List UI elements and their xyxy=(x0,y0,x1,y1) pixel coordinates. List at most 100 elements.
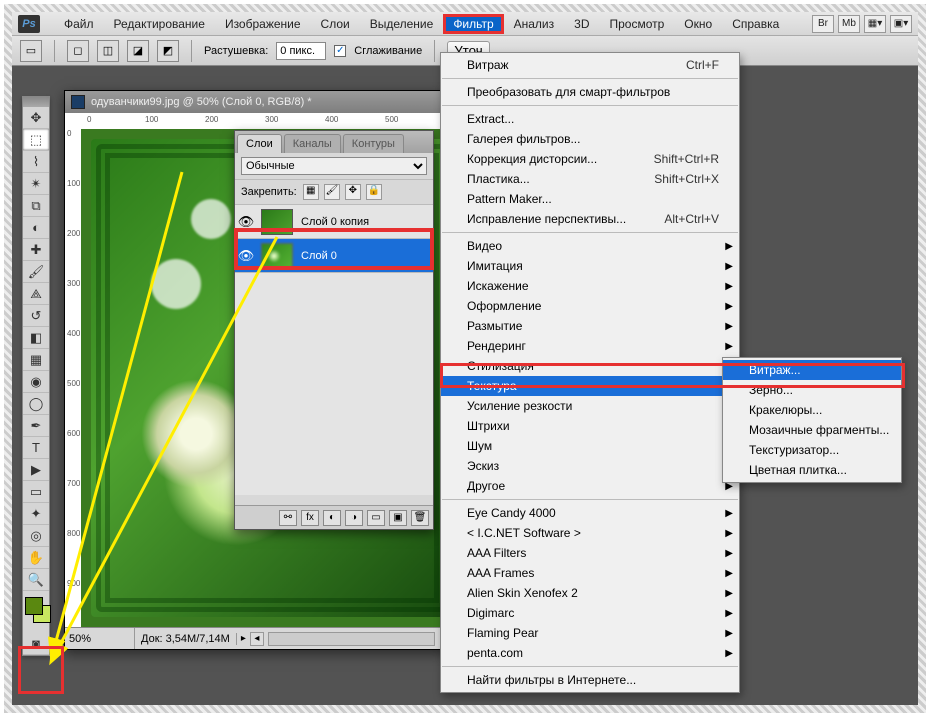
mi-stained-glass[interactable]: Витраж... xyxy=(723,360,901,380)
group-icon[interactable]: ▭ xyxy=(367,510,385,526)
gradient-tool[interactable]: ▦ xyxy=(23,349,49,371)
sel-add[interactable]: ◫ xyxy=(97,40,119,62)
mask-icon[interactable]: ◐ xyxy=(323,510,341,526)
pen-tool[interactable]: ✒ xyxy=(23,415,49,437)
wand-tool[interactable]: ✴ xyxy=(23,173,49,195)
mi-mosaic[interactable]: Мозаичные фрагменты... xyxy=(723,420,901,440)
mi-strokes[interactable]: Штрихи▶ xyxy=(441,416,739,436)
mi-vanishing[interactable]: Исправление перспективы...Alt+Ctrl+V xyxy=(441,209,739,229)
mi-sketch[interactable]: Эскиз▶ xyxy=(441,456,739,476)
tool-preset[interactable]: ▭ xyxy=(20,40,42,62)
tab-channels[interactable]: Каналы xyxy=(284,134,341,153)
layer-name[interactable]: Слой 0 копия xyxy=(297,216,433,228)
feather-input[interactable] xyxy=(276,42,326,60)
menu-view[interactable]: Просмотр xyxy=(599,14,674,34)
move-tool[interactable]: ✥ xyxy=(23,107,49,129)
mi-browse-online[interactable]: Найти фильтры в Интернете... xyxy=(441,670,739,690)
link-layers-icon[interactable]: ⚯ xyxy=(279,510,297,526)
mi-artistic[interactable]: Имитация▶ xyxy=(441,256,739,276)
menu-help[interactable]: Справка xyxy=(722,14,789,34)
menu-3d[interactable]: 3D xyxy=(564,14,599,34)
brush-tool[interactable]: 🖌 xyxy=(23,261,49,283)
trash-icon[interactable]: 🗑 xyxy=(411,510,429,526)
history-brush-tool[interactable]: ↺ xyxy=(23,305,49,327)
mi-last-filter[interactable]: ВитражCtrl+F xyxy=(441,55,739,75)
mi-eyecandy[interactable]: Eye Candy 4000▶ xyxy=(441,503,739,523)
type-tool[interactable]: T xyxy=(23,437,49,459)
mi-craquelure[interactable]: Кракелюры... xyxy=(723,400,901,420)
blend-mode-select[interactable]: Обычные xyxy=(241,157,427,175)
foreground-color[interactable] xyxy=(25,597,43,615)
mi-flamingpear[interactable]: Flaming Pear▶ xyxy=(441,623,739,643)
menu-edit[interactable]: Редактирование xyxy=(104,14,215,34)
mi-gallery[interactable]: Галерея фильтров... xyxy=(441,129,739,149)
zoom-tool[interactable]: 🔍 xyxy=(23,569,49,591)
hand-tool[interactable]: ✋ xyxy=(23,547,49,569)
sel-sub[interactable]: ◪ xyxy=(127,40,149,62)
lock-transparent-icon[interactable]: ▦ xyxy=(303,184,319,200)
adjustment-icon[interactable]: ◑ xyxy=(345,510,363,526)
mi-video[interactable]: Видео▶ xyxy=(441,236,739,256)
menu-analysis[interactable]: Анализ xyxy=(504,14,565,34)
menu-image[interactable]: Изображение xyxy=(215,14,311,34)
workspace-button[interactable]: ▣▾ xyxy=(890,15,912,33)
lock-pixels-icon[interactable]: 🖌 xyxy=(324,184,340,200)
mi-stylize[interactable]: Стилизация▶ xyxy=(441,356,739,376)
new-layer-icon[interactable]: ▣ xyxy=(389,510,407,526)
mi-patchwork[interactable]: Цветная плитка... xyxy=(723,460,901,480)
blur-tool[interactable]: ◉ xyxy=(23,371,49,393)
menu-select[interactable]: Выделение xyxy=(360,14,444,34)
color-swatches[interactable] xyxy=(23,595,49,633)
mi-sharpen[interactable]: Усиление резкости▶ xyxy=(441,396,739,416)
menu-file[interactable]: Файл xyxy=(54,14,104,34)
mi-distort[interactable]: Искажение▶ xyxy=(441,276,739,296)
menu-window[interactable]: Окно xyxy=(674,14,722,34)
fx-icon[interactable]: fx xyxy=(301,510,319,526)
mi-aaafilters[interactable]: AAA Filters▶ xyxy=(441,543,739,563)
screen-mode-button[interactable]: ▦▾ xyxy=(864,15,886,33)
mi-texturizer[interactable]: Текстуризатор... xyxy=(723,440,901,460)
antialias-check[interactable]: ✓ xyxy=(334,45,346,57)
lock-all-icon[interactable]: 🔒 xyxy=(366,184,382,200)
mi-digimarc[interactable]: Digimarc▶ xyxy=(441,603,739,623)
tab-paths[interactable]: Контуры xyxy=(343,134,404,153)
sel-new[interactable]: ◻ xyxy=(67,40,89,62)
menu-filter[interactable]: Фильтр xyxy=(443,14,503,34)
mi-xenofex[interactable]: Alien Skin Xenofex 2▶ xyxy=(441,583,739,603)
heal-tool[interactable]: ✚ xyxy=(23,239,49,261)
mi-noise[interactable]: Шум▶ xyxy=(441,436,739,456)
tab-layers[interactable]: Слои xyxy=(237,134,282,153)
lasso-tool[interactable]: ⌇ xyxy=(23,151,49,173)
shape-tool[interactable]: ▭ xyxy=(23,481,49,503)
mi-texture[interactable]: Текстура▶ xyxy=(441,376,739,396)
mi-other[interactable]: Другое▶ xyxy=(441,476,739,496)
mi-pixelate[interactable]: Оформление▶ xyxy=(441,296,739,316)
mi-pattern[interactable]: Pattern Maker... xyxy=(441,189,739,209)
3d-tool[interactable]: ✦ xyxy=(23,503,49,525)
bridge-button[interactable]: Br xyxy=(812,15,834,33)
lock-position-icon[interactable]: ✥ xyxy=(345,184,361,200)
document-tab[interactable]: одуванчики99.jpg @ 50% (Слой 0, RGB/8) *… xyxy=(65,91,463,113)
path-tool[interactable]: ▶ xyxy=(23,459,49,481)
marquee-tool[interactable]: ⬚ xyxy=(23,129,49,151)
dodge-tool[interactable]: ◯ xyxy=(23,393,49,415)
mi-convert-smart[interactable]: Преобразовать для смарт-фильтров xyxy=(441,82,739,102)
mi-aaaframes[interactable]: AAA Frames▶ xyxy=(441,563,739,583)
mi-icnet[interactable]: < I.C.NET Software >▶ xyxy=(441,523,739,543)
mi-render[interactable]: Рендеринг▶ xyxy=(441,336,739,356)
scrollbar-h[interactable] xyxy=(268,632,435,646)
mi-penta[interactable]: penta.com▶ xyxy=(441,643,739,663)
3d-camera-tool[interactable]: ◎ xyxy=(23,525,49,547)
mi-liquify[interactable]: Пластика...Shift+Ctrl+X xyxy=(441,169,739,189)
scroll-left[interactable]: ◂ xyxy=(250,632,264,646)
crop-tool[interactable]: ⧉ xyxy=(23,195,49,217)
eraser-tool[interactable]: ◧ xyxy=(23,327,49,349)
mi-lens[interactable]: Коррекция дисторсии...Shift+Ctrl+R xyxy=(441,149,739,169)
stamp-tool[interactable]: ⟁ xyxy=(23,283,49,305)
sel-int[interactable]: ◩ xyxy=(157,40,179,62)
mi-blur[interactable]: Размытие▶ xyxy=(441,316,739,336)
menu-layers[interactable]: Слои xyxy=(311,14,360,34)
eyedropper-tool[interactable]: ◐ xyxy=(23,217,49,239)
mi-grain[interactable]: Зерно... xyxy=(723,380,901,400)
zoom-field[interactable]: 50% xyxy=(65,628,135,649)
